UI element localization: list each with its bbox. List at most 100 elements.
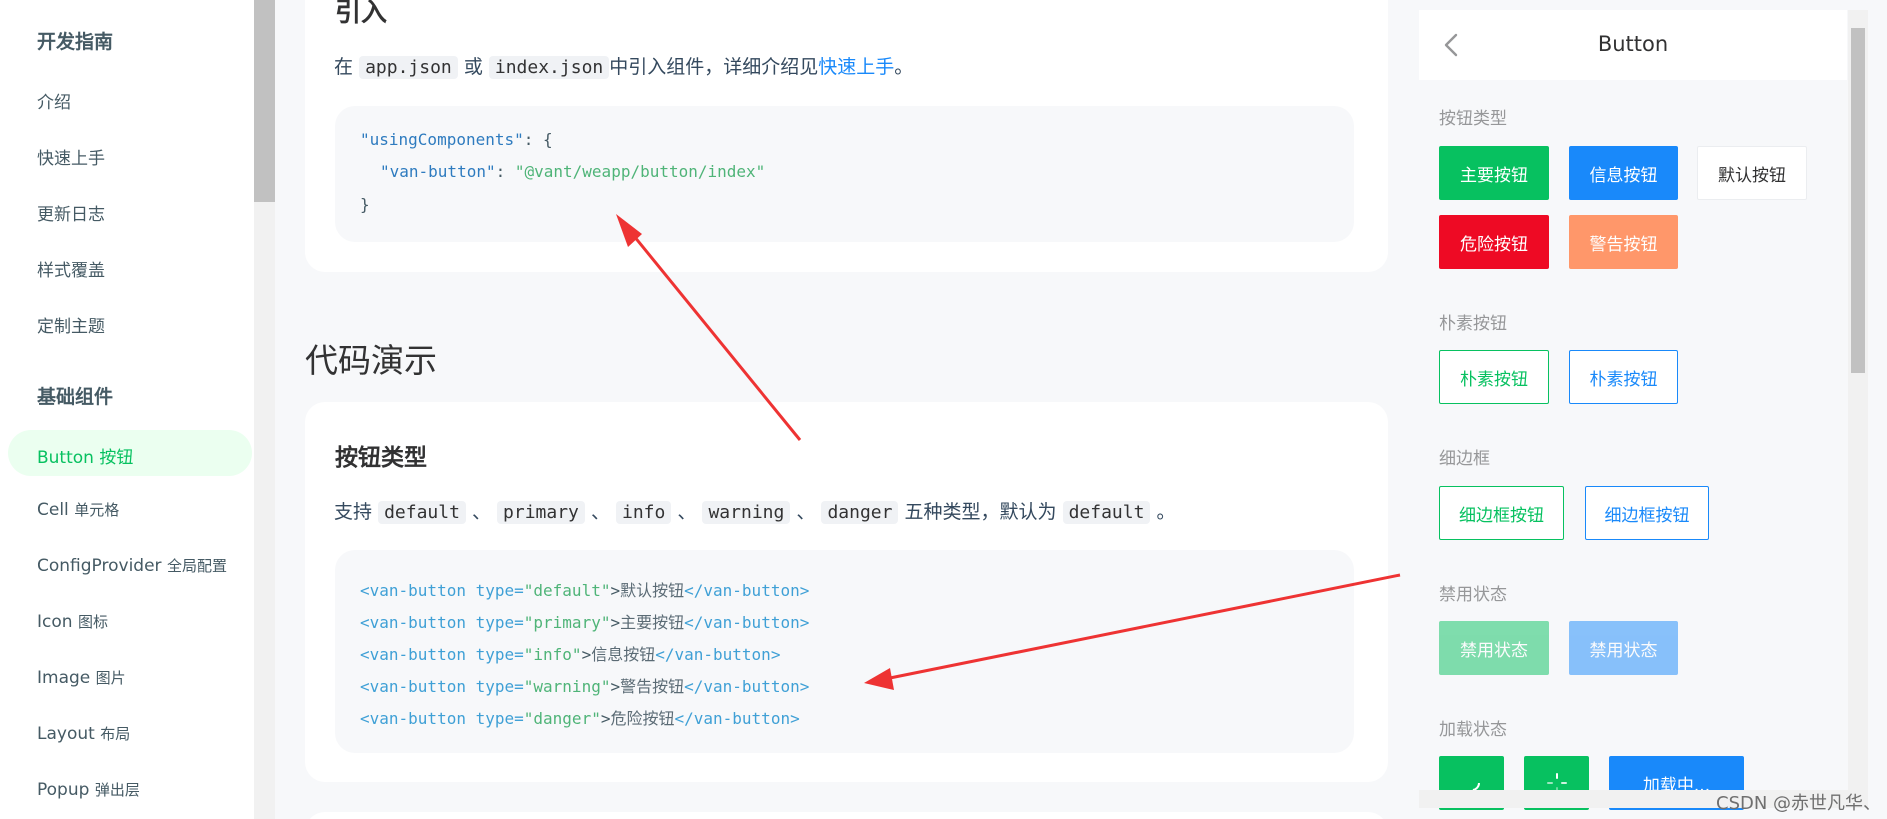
code-attr: type= [465, 677, 524, 696]
section-label-hairline: 细边框 [1439, 449, 1490, 469]
code-key: "usingComponents" [360, 130, 524, 149]
sidebar-item-quickstart[interactable]: 快速上手 [37, 144, 105, 169]
para-sep: 、 [590, 501, 610, 523]
plain-info-button[interactable]: 朴素按钮 [1569, 350, 1678, 404]
sidebar-item-label-zh: 图片 [95, 669, 126, 687]
code-string: "warning" [523, 677, 611, 696]
inline-code: primary [497, 501, 585, 524]
demo-section-title: 代码演示 [305, 341, 437, 380]
sidebar-item-layout[interactable]: Layout 布局 [37, 723, 130, 744]
info-button[interactable]: 信息按钮 [1569, 146, 1678, 200]
next-card [305, 812, 1388, 819]
section-label-loading: 加载状态 [1439, 720, 1507, 740]
hairline-primary-button[interactable]: 细边框按钮 [1439, 486, 1564, 540]
para-sep: 、 [471, 501, 491, 523]
inline-code: danger [821, 501, 899, 524]
sidebar-item-label: Popup [37, 780, 90, 800]
code-punct: > [610, 613, 621, 632]
intro-text: 。 [894, 56, 914, 78]
intro-text: 中引入组件，详细介绍见 [609, 56, 819, 78]
inline-code: default [1062, 501, 1151, 524]
sidebar-item-config-provider[interactable]: ConfigProvider 全局配置 [37, 555, 227, 576]
sidebar-item-style-override[interactable]: 样式覆盖 [37, 256, 105, 281]
disabled-primary-button: 禁用状态 [1439, 621, 1549, 675]
sidebar-item-cell[interactable]: Cell 单元格 [37, 499, 119, 520]
primary-button[interactable]: 主要按钮 [1439, 146, 1549, 200]
phone-simulator: Button 按钮类型 主要按钮 信息按钮 默认按钮 危险按钮 警告按钮 朴素按… [1419, 10, 1847, 819]
code-line: <van-button type="warning">警告按钮</van-but… [360, 673, 809, 697]
code-text: 警告按钮 [620, 677, 685, 696]
sidebar-item-button[interactable]: Button 按钮 [37, 443, 133, 468]
quickstart-link[interactable]: 快速上手 [818, 56, 894, 78]
sidebar-item-label-zh: 全局配置 [166, 557, 227, 575]
para-sep: 、 [796, 501, 816, 523]
intro-text: 或 [463, 56, 483, 78]
warning-button[interactable]: 警告按钮 [1569, 215, 1678, 269]
para-text: 五种类型，默认为 [904, 501, 1057, 523]
inline-code: index.json [488, 56, 610, 79]
nav-group-basic-components: 基础组件 [37, 386, 114, 408]
code-tag: </van-button> [684, 613, 810, 632]
code-line: <van-button type="primary">主要按钮</van-but… [360, 609, 809, 633]
sidebar-item-image[interactable]: Image 图片 [37, 667, 126, 688]
sidebar-item-label: Cell [37, 500, 69, 520]
code-punct: > [581, 645, 592, 664]
code-attr: type= [465, 581, 524, 600]
sidebar-item-intro[interactable]: 介绍 [37, 88, 71, 113]
hairline-info-button[interactable]: 细边框按钮 [1585, 486, 1709, 540]
sidebar-item-label-zh: 布局 [100, 725, 131, 743]
code-tag: <van-button [360, 709, 466, 728]
code-punct: } [360, 195, 370, 214]
watermark: CSDN @赤世凡华、 [1716, 793, 1882, 814]
sidebar-item-label: Layout [37, 724, 95, 744]
button-type-paragraph: 支持 default 、 primary 、 info 、 warning 、 … [334, 497, 1176, 524]
code-line: "usingComponents": { [360, 130, 553, 149]
code-key: "van-button" [380, 162, 496, 181]
inline-code: warning [702, 501, 791, 524]
code-tag: </van-button> [674, 709, 800, 728]
intro-code-block: "usingComponents": { "van-button": "@van… [335, 106, 1354, 242]
code-tag: </van-button> [655, 645, 781, 664]
code-string: "@vant/weapp/button/index" [514, 162, 766, 181]
code-text: 危险按钮 [610, 709, 675, 728]
code-tag: </van-button> [684, 581, 810, 600]
para-text: 支持 [334, 501, 373, 523]
phone-nav-bar: Button [1419, 10, 1847, 80]
plain-primary-button[interactable]: 朴素按钮 [1439, 350, 1549, 404]
intro-paragraph: 在 app.json 或 index.json 中引入组件，详细介绍见快速上手。 [334, 52, 913, 79]
section-label-plain: 朴素按钮 [1439, 314, 1507, 334]
sidebar-item-changelog[interactable]: 更新日志 [37, 200, 105, 225]
code-tag: <van-button [360, 581, 466, 600]
code-text: 主要按钮 [620, 613, 685, 632]
code-punct: : { [523, 130, 553, 149]
default-button[interactable]: 默认按钮 [1697, 146, 1807, 200]
phone-scrollbar-thumb[interactable] [1851, 28, 1865, 373]
inline-code: app.json [359, 56, 458, 79]
phone-title: Button [1597, 32, 1669, 56]
button-type-code-block: <van-button type="default">默认按钮</van-but… [335, 550, 1354, 753]
inline-code: default [378, 501, 466, 524]
code-text: 信息按钮 [591, 645, 656, 664]
code-attr: type= [465, 613, 524, 632]
button-type-heading: 按钮类型 [335, 445, 427, 471]
code-string: "danger" [523, 709, 601, 728]
sidebar-item-icon[interactable]: Icon 图标 [37, 611, 108, 632]
danger-button[interactable]: 危险按钮 [1439, 215, 1549, 269]
code-line: } [360, 195, 370, 214]
sidebar-item-label: Image [37, 668, 91, 688]
code-attr: type= [465, 709, 524, 728]
sidebar-item-popup[interactable]: Popup 弹出层 [37, 779, 140, 800]
sidebar-item-label-zh: 弹出层 [94, 781, 140, 799]
intro-text: 在 [334, 56, 354, 78]
sidebar-item-custom-theme[interactable]: 定制主题 [37, 312, 105, 337]
sidebar-item-label: Icon [37, 612, 73, 632]
section-label-types: 按钮类型 [1439, 109, 1507, 129]
intro-heading: 引入 [335, 0, 388, 28]
code-attr: type= [465, 645, 524, 664]
code-punct: : [495, 162, 515, 181]
para-sep: 、 [677, 501, 697, 523]
code-line: "van-button": "@vant/weapp/button/index" [380, 162, 765, 181]
code-string: "primary" [523, 613, 611, 632]
sidebar-nav: 开发指南 介绍 快速上手 更新日志 样式覆盖 定制主题 基础组件 Button … [0, 0, 254, 819]
sidebar-scrollbar-thumb[interactable] [254, 0, 275, 202]
